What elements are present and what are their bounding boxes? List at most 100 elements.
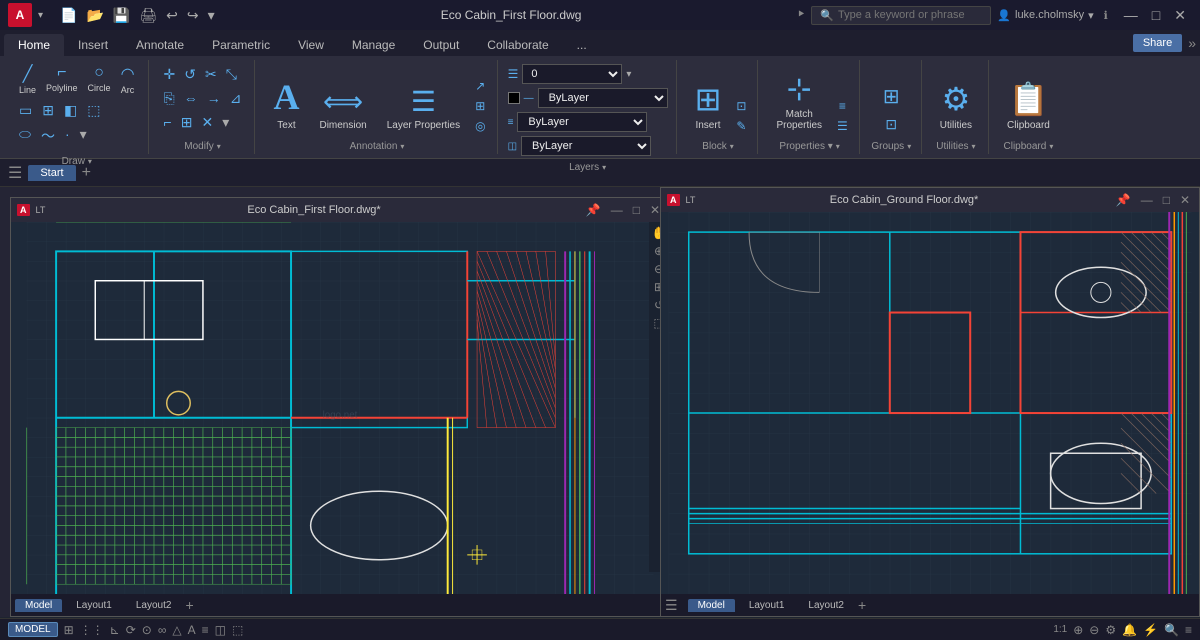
zoom-out-status-icon[interactable]: ⊖ xyxy=(1089,623,1099,637)
ground-floor-add-tab[interactable]: + xyxy=(858,597,866,613)
ground-floor-hamburger[interactable]: ☰ xyxy=(665,597,678,614)
mirror-tool[interactable]: ⇔ xyxy=(181,88,201,109)
insert-tool[interactable]: ⊞ Insert xyxy=(687,76,730,135)
ground-floor-model-tab[interactable]: Model xyxy=(688,599,735,612)
app-dropdown[interactable]: ▾ xyxy=(38,10,43,21)
first-floor-layout2-tab[interactable]: Layout2 xyxy=(126,599,182,612)
bylayer-dropdown1[interactable]: ByLayer xyxy=(538,88,668,108)
ribbon-expand-button[interactable]: » xyxy=(1188,35,1196,51)
hardware-accel-icon[interactable]: ⚡ xyxy=(1143,623,1158,637)
tab-view[interactable]: View xyxy=(284,34,338,56)
boundary-tool[interactable]: ⬚ xyxy=(84,100,103,121)
text-tool[interactable]: A Text xyxy=(265,72,307,135)
table-tool[interactable]: ⊞ xyxy=(472,97,488,115)
fillet-tool[interactable]: ⌐ xyxy=(161,112,175,133)
transparency-icon2[interactable]: ◫ xyxy=(215,623,226,637)
ducs-icon[interactable]: △ xyxy=(172,623,181,637)
forward-icon[interactable]: ⯈ xyxy=(796,9,805,22)
ellipse-tool[interactable]: ⬭ xyxy=(16,124,34,148)
first-floor-layout1-tab[interactable]: Layout1 xyxy=(66,599,122,612)
snap-icon[interactable]: ⋮⋮ xyxy=(80,623,104,637)
save-button[interactable]: 💾 xyxy=(110,5,133,26)
first-floor-maximize-button[interactable]: □ xyxy=(630,203,643,217)
circle-tool[interactable]: ○ Circle xyxy=(85,62,114,97)
spline-tool[interactable]: 〜 xyxy=(38,124,58,148)
move-tool[interactable]: ✛ xyxy=(161,64,179,85)
mark-tool[interactable]: ◎ xyxy=(472,117,488,135)
layers-group-label[interactable]: Layers xyxy=(569,160,606,175)
maximize-button[interactable]: □ xyxy=(1146,7,1166,24)
first-floor-add-tab[interactable]: + xyxy=(185,597,193,613)
selection-icon[interactable]: ⬚ xyxy=(232,623,243,637)
properties-group-label[interactable]: Properties ▾ xyxy=(779,139,839,154)
workspace-icon[interactable]: ⚙ xyxy=(1105,623,1116,637)
utilities-tool[interactable]: ⚙ Utilities xyxy=(932,76,980,135)
properties-tool[interactable]: ☰ xyxy=(834,117,851,135)
annotation-scale[interactable]: 1:1 xyxy=(1053,624,1067,635)
arc-tool[interactable]: ◠ Arc xyxy=(118,62,138,97)
ground-floor-minimize-button[interactable]: — xyxy=(1138,193,1156,207)
rotate-tool[interactable]: ↺ xyxy=(181,64,199,85)
group-tool[interactable]: ⊞ xyxy=(880,82,903,111)
edit-block[interactable]: ✎ xyxy=(733,117,749,135)
multileader-tool[interactable]: ↗ xyxy=(472,77,488,95)
tab-parametric[interactable]: Parametric xyxy=(198,34,284,56)
info-icon[interactable]: ℹ xyxy=(1104,9,1108,22)
osnap-icon[interactable]: ⊙ xyxy=(142,623,152,637)
tab-insert[interactable]: Insert xyxy=(64,34,122,56)
offset-tool[interactable]: ⊿ xyxy=(227,88,245,109)
plot-notification-icon[interactable]: 🔔 xyxy=(1122,623,1137,637)
list-tool[interactable]: ≡ xyxy=(834,97,851,115)
user-dropdown[interactable]: ▾ xyxy=(1088,9,1094,22)
tab-home[interactable]: Home xyxy=(4,34,64,56)
tab-collaborate[interactable]: Collaborate xyxy=(473,34,562,56)
clipboard-group-label[interactable]: Clipboard xyxy=(1004,139,1054,154)
otrack-icon[interactable]: ∞ xyxy=(158,623,167,637)
new-button[interactable]: 📄 xyxy=(57,5,80,26)
first-floor-minimize-button[interactable]: — xyxy=(608,203,626,217)
annotation-group-label[interactable]: Annotation xyxy=(350,139,405,154)
ground-floor-maximize-button[interactable]: □ xyxy=(1160,193,1173,207)
hamburger-button[interactable]: ☰ xyxy=(8,163,22,183)
modify-more[interactable]: ▾ xyxy=(219,112,232,133)
search-input[interactable] xyxy=(838,9,968,21)
layer-dropdown-arrow[interactable]: ▾ xyxy=(626,69,631,80)
trim-tool[interactable]: ✂ xyxy=(202,64,220,85)
utilities-group-label[interactable]: Utilities xyxy=(936,139,975,154)
tab-output[interactable]: Output xyxy=(409,34,473,56)
expand-icon[interactable]: ≡ xyxy=(1185,623,1192,637)
first-floor-canvas[interactable]: {Array.from({length: 24}).map((_, i) => … xyxy=(11,222,669,594)
more-qa[interactable]: ▾ xyxy=(205,5,218,26)
close-button[interactable]: ✕ xyxy=(1168,7,1192,24)
isolate-icon[interactable]: 🔍 xyxy=(1164,623,1179,637)
erase-tool[interactable]: ✕ xyxy=(198,112,216,133)
tab-more[interactable]: ... xyxy=(563,34,601,56)
draw-more[interactable]: ▾ xyxy=(77,124,90,148)
line-tool[interactable]: ╱ Line xyxy=(16,62,39,97)
point-tool[interactable]: · xyxy=(62,124,73,148)
first-floor-pin-button[interactable]: 📌 xyxy=(583,203,604,217)
tab-manage[interactable]: Manage xyxy=(338,34,409,56)
ground-floor-layout2-tab[interactable]: Layout2 xyxy=(798,599,854,612)
model-indicator[interactable]: MODEL xyxy=(8,622,58,637)
block-group-label[interactable]: Block xyxy=(702,139,733,154)
search-box[interactable]: 🔍 xyxy=(811,6,991,25)
copy-tool[interactable]: ⎘ xyxy=(161,88,178,109)
ortho-icon[interactable]: ⊾ xyxy=(110,623,120,637)
tab-annotate[interactable]: Annotate xyxy=(122,34,198,56)
layer-dropdown[interactable]: 0 xyxy=(522,64,622,84)
grid-icon[interactable]: ⊞ xyxy=(64,623,74,637)
lineweight-icon2[interactable]: ≡ xyxy=(202,623,209,637)
app-icon[interactable]: A xyxy=(8,3,32,27)
ground-floor-close-button[interactable]: ✕ xyxy=(1177,193,1193,207)
share-button[interactable]: Share xyxy=(1133,34,1182,52)
open-button[interactable]: 📂 xyxy=(83,5,106,26)
clipboard-tool[interactable]: 📋 Clipboard xyxy=(999,76,1058,135)
dimension-tool[interactable]: ⟺ Dimension xyxy=(311,81,374,135)
print-button[interactable]: 🖨 xyxy=(136,5,160,26)
array-tool[interactable]: ⊞ xyxy=(178,112,196,133)
polar-icon[interactable]: ⟳ xyxy=(126,623,136,637)
ground-floor-pin-button[interactable]: 📌 xyxy=(1113,193,1134,207)
hatch-tool[interactable]: ⊞ xyxy=(39,100,57,121)
ungroup-tool[interactable]: ⊡ xyxy=(880,114,903,135)
